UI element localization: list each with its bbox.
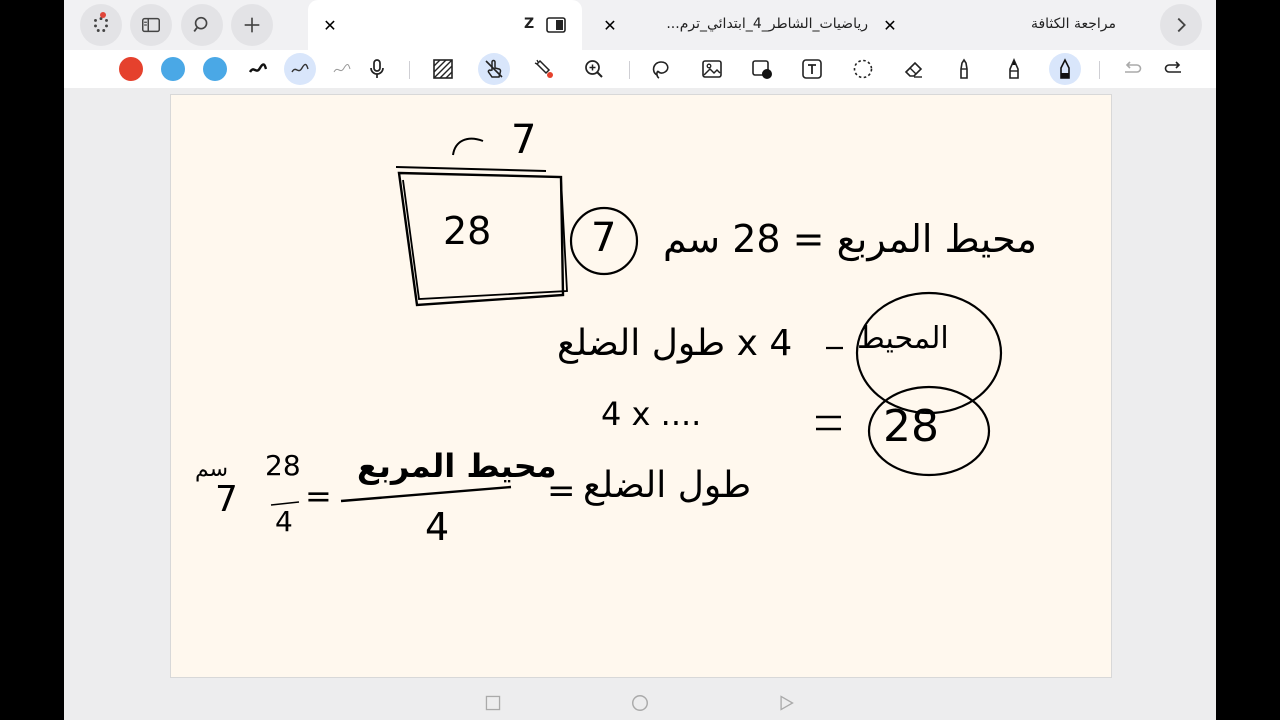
pen-icon (1060, 58, 1070, 79)
close-tab-icon[interactable]: ✕ (600, 15, 620, 35)
tab-title: رياضيات_الشاطر_4_ابتدائي_ترم... (666, 16, 868, 32)
stroke-thin-button[interactable] (326, 53, 358, 85)
redo-icon (1164, 61, 1181, 73)
lasso-icon (652, 61, 669, 79)
blue-color-dot (161, 57, 185, 81)
fraction-denominator: 4 (425, 505, 450, 549)
recent-apps-button[interactable] (482, 692, 504, 714)
laser-pointer-button[interactable] (528, 53, 560, 85)
red-color-dot (119, 57, 143, 81)
finger-draw-button[interactable] (478, 53, 510, 85)
finger-draw-icon (485, 59, 503, 78)
tab-title: مراجعة الكثافة (1030, 16, 1116, 32)
stroke-thin-icon (333, 63, 351, 73)
chevron-right-icon (1177, 17, 1186, 33)
home-button[interactable] (629, 692, 651, 714)
app-window: ✕ Z ✕ رياضيات_الشاطر_4_ابتدائي_ترم... ✕ … (64, 0, 1216, 720)
equals-mark-3: = (305, 477, 332, 515)
tab-math-book[interactable]: ✕ رياضيات_الشاطر_4_ابتدائي_ترم... ✕ (594, 0, 906, 50)
color-blue-swatch[interactable] (157, 53, 189, 85)
microphone-icon (370, 59, 384, 78)
image-icon (702, 60, 722, 78)
zoom-button[interactable] (578, 53, 610, 85)
sidebar-toggle-button[interactable] (130, 4, 172, 46)
blue-color-dot-2 (203, 57, 227, 81)
circled-side-value: 7 (591, 215, 617, 261)
tab-density-review[interactable]: مراجعة الكثافة (964, 0, 1124, 50)
small-fraction-numerator: 28 (265, 449, 301, 482)
result-unit: سم (195, 457, 229, 482)
circle-nav-icon (632, 695, 648, 711)
square-nav-icon (485, 695, 501, 711)
redo-button[interactable] (1158, 53, 1190, 85)
perimeter-label: المحيط (857, 321, 949, 356)
toolbar-divider (629, 61, 630, 79)
side-length-label: طول الضلع (583, 465, 752, 506)
plus-icon (244, 17, 260, 33)
color-red-swatch[interactable] (115, 53, 147, 85)
dashed-circle-icon (853, 59, 873, 79)
color-blue-swatch-2[interactable] (199, 53, 231, 85)
answer-value: 28 (883, 401, 939, 452)
shape-select-button[interactable] (847, 53, 879, 85)
side-formula: 4 x طول الضلع (557, 323, 793, 364)
toolbar-divider (409, 61, 410, 79)
square-top-line (395, 166, 547, 172)
marker-button[interactable] (998, 53, 1030, 85)
record-audio-button[interactable] (361, 53, 393, 85)
new-tab-button[interactable] (231, 4, 273, 46)
undo-icon (1125, 61, 1142, 73)
tab-bar: ✕ Z ✕ رياضيات_الشاطر_4_ابتدائي_ترم... ✕ … (64, 0, 1216, 50)
close-tab-icon-2[interactable]: ✕ (880, 15, 900, 35)
next-tabs-button[interactable] (1160, 4, 1202, 46)
equation-right-side: 4 x .... (601, 395, 702, 433)
system-nav-bar (64, 686, 1216, 720)
text-tool-button[interactable] (796, 53, 828, 85)
handwriting-ink-layer (270, 137, 1003, 506)
stroke-thick-icon (248, 63, 268, 73)
laser-pointer-icon (534, 59, 553, 78)
stroke-thick-button[interactable] (242, 53, 274, 85)
highlighter-icon (960, 58, 968, 79)
search-button[interactable] (181, 4, 223, 46)
zoom-in-icon (585, 60, 603, 78)
note-page-canvas[interactable]: 28 7 7 محيط المربع = 28 سم المحيط 4 x طو… (170, 94, 1112, 678)
equals-sign (816, 415, 841, 431)
camera-icon (752, 60, 772, 79)
tab-active-note[interactable]: ✕ Z (308, 0, 582, 50)
notification-dot (100, 12, 106, 18)
insert-image-button[interactable] (696, 53, 728, 85)
triangle-nav-icon (780, 695, 794, 711)
drawing-toolbar (64, 50, 1216, 88)
page-pattern-button[interactable] (427, 53, 459, 85)
fraction-bar (340, 485, 512, 503)
result-value: 7 (215, 479, 238, 520)
sidebar-icon (142, 17, 160, 33)
fraction-numerator: محيط المربع (357, 447, 557, 485)
camera-button[interactable] (746, 53, 778, 85)
hatch-icon (433, 59, 453, 79)
close-tab-icon[interactable]: ✕ (320, 15, 340, 35)
tab-layout-icon (546, 17, 566, 33)
search-icon (193, 16, 208, 32)
square-value-text: 28 (443, 209, 492, 253)
eraser-button[interactable] (898, 53, 930, 85)
text-box-icon (802, 59, 822, 79)
grid-apps-button[interactable] (80, 4, 122, 46)
perimeter-statement: محيط المربع = 28 سم (663, 217, 1037, 261)
eraser-icon (904, 61, 923, 78)
marker-icon (1009, 58, 1019, 79)
highlighter-button[interactable] (948, 53, 980, 85)
small-fraction-denominator: 4 (275, 505, 293, 538)
undo-button[interactable] (1116, 53, 1148, 85)
side-brace (452, 137, 484, 156)
lasso-button[interactable] (645, 53, 677, 85)
toolbar-divider (1099, 61, 1100, 79)
stroke-medium-button[interactable] (284, 53, 316, 85)
tab-badge: Z (524, 16, 535, 32)
square-side-label: 7 (511, 117, 537, 163)
pen-button[interactable] (1049, 53, 1081, 85)
back-button[interactable] (775, 692, 797, 714)
stroke-medium-icon (291, 63, 309, 73)
